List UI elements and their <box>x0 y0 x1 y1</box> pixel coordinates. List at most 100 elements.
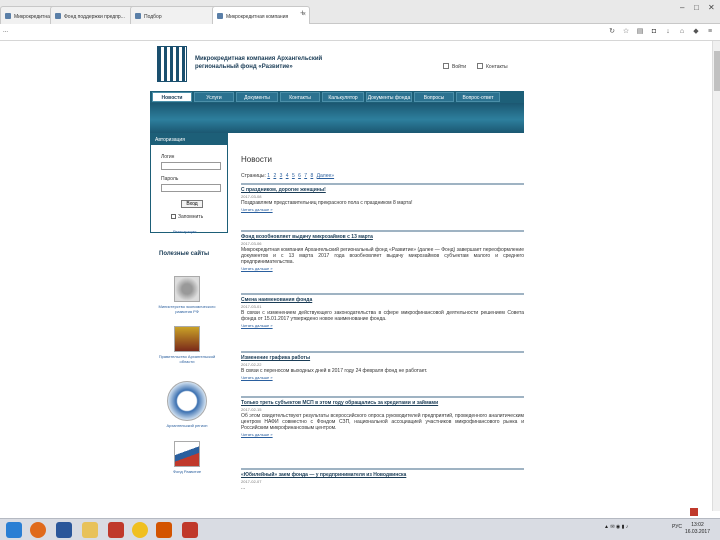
language-indicator[interactable]: РУС <box>672 524 682 530</box>
partner-caption: Фонд Развитие <box>172 469 202 474</box>
app-icon[interactable] <box>182 522 198 538</box>
page-scrollbar[interactable] <box>712 41 720 511</box>
news-pager: Страницы: 1 2 3 4 5 6 7 8 Далее» <box>241 173 336 179</box>
read-more-link[interactable]: Читать дальше » <box>241 206 524 213</box>
browser-tab-strip: Микрокредитная компания...× Фонд поддерж… <box>0 0 720 24</box>
start-button-icon[interactable] <box>6 522 22 538</box>
header-login-link[interactable]: Войти <box>443 63 466 70</box>
flag-logo-icon <box>174 441 200 467</box>
firefox-icon[interactable] <box>30 522 46 538</box>
menu-item-news[interactable]: Новости <box>152 92 192 102</box>
maximize-icon[interactable]: □ <box>694 3 699 12</box>
pager-link[interactable]: 1 <box>267 173 270 179</box>
tab-label: Микрокредитная компания <box>226 14 289 20</box>
news-title[interactable]: Изменение графика работы <box>241 355 524 362</box>
tab-label: Фонд поддержки предпр... <box>64 14 125 20</box>
password-input[interactable] <box>161 184 221 192</box>
login-submit-button[interactable]: Вход <box>181 200 203 208</box>
home-icon[interactable]: ⌂ <box>678 28 686 36</box>
powerpoint-icon[interactable] <box>156 522 172 538</box>
new-tab-button[interactable]: + <box>300 8 305 18</box>
read-more-link[interactable]: Читать дальше » <box>241 265 524 272</box>
download-icon[interactable]: ↓ <box>664 28 672 36</box>
address-bar: ... ↻ ☆ ▤ ◘ ↓ ⌂ ◆ ≡ <box>0 24 720 41</box>
register-link[interactable]: Регистрация <box>173 229 196 234</box>
news-section: Новости Страницы: 1 2 3 4 5 6 7 8 Далее»… <box>237 133 524 511</box>
clock-time: 13:02 <box>691 522 704 528</box>
word-icon[interactable] <box>56 522 72 538</box>
menu-icon[interactable]: ≡ <box>706 28 714 36</box>
pager-link[interactable]: 4 <box>286 173 289 179</box>
pager-link[interactable]: 8 <box>310 173 313 179</box>
favicon-icon <box>135 13 141 19</box>
minimize-icon[interactable]: – <box>680 3 684 12</box>
favicon-icon <box>5 13 11 19</box>
news-title[interactable]: Только треть субъектов МСП в этом году о… <box>241 400 524 407</box>
main-menu: Новости Услуги Документы Контакты Кальку… <box>150 91 524 103</box>
news-text: Об этом свидетельствуют результаты всеро… <box>241 413 524 431</box>
partner-link[interactable]: Фонд Развитие <box>157 441 217 474</box>
clock-date: 16.03.2017 <box>684 529 710 535</box>
notification-icon[interactable] <box>690 508 698 516</box>
read-more-link[interactable]: Читать дальше » <box>241 374 524 381</box>
folder-icon[interactable] <box>82 522 98 538</box>
read-more-link[interactable]: Читать дальше » <box>241 322 524 329</box>
partner-link[interactable]: Министерство экономического развития РФ <box>157 276 217 314</box>
news-title[interactable]: «Юбилейный» заем фонда — у предпринимате… <box>241 472 524 479</box>
menu-item-questions[interactable]: Вопросы <box>414 92 454 102</box>
close-window-icon[interactable]: ✕ <box>708 3 715 12</box>
pager-link[interactable]: 7 <box>304 173 307 179</box>
partner-link[interactable]: Правительство Архангельской области <box>157 326 217 364</box>
page-viewport: Микрокредитная компания Архангельский ре… <box>0 41 720 511</box>
system-clock[interactable]: 13:02 16.03.2017 <box>685 522 710 536</box>
site-logo[interactable] <box>157 46 187 82</box>
pager-link[interactable]: 6 <box>298 173 301 179</box>
menu-item-services[interactable]: Услуги <box>194 92 234 102</box>
scrollbar-thumb[interactable] <box>714 51 720 91</box>
site-container: Микрокредитная компания Архангельский ре… <box>147 41 527 511</box>
login-input[interactable] <box>161 162 221 170</box>
menu-item-faq[interactable]: Вопрос-ответ <box>456 92 500 102</box>
news-item: Фонд возобновляет выдачу микрозаймов с 1… <box>241 230 524 272</box>
news-text: В связи с изменением действующего законо… <box>241 310 524 322</box>
menu-item-calculator[interactable]: Калькулятор <box>322 92 364 102</box>
pdf-reader-icon[interactable] <box>108 522 124 538</box>
browser-tab-active[interactable]: Микрокредитная компания × <box>212 6 310 24</box>
pager-link[interactable]: 5 <box>292 173 295 179</box>
password-label: Пароль <box>161 176 179 182</box>
reload-icon[interactable]: ↻ <box>608 28 616 36</box>
news-heading: Новости <box>241 155 272 164</box>
login-icon <box>443 63 449 69</box>
news-item: «Юбилейный» заем фонда — у предпринимате… <box>241 468 524 491</box>
menu-item-documents[interactable]: Документы <box>236 92 278 102</box>
url-field[interactable]: ... <box>3 28 8 34</box>
login-title: Авторизация <box>151 134 227 145</box>
extension-icon[interactable]: ◆ <box>692 28 700 36</box>
tray-icons[interactable]: ▲ ✉ ◉ ▮ ♪ <box>604 524 628 530</box>
pager-link[interactable]: 2 <box>273 173 276 179</box>
yandex-icon[interactable] <box>132 522 148 538</box>
read-more-link[interactable]: Читать дальше » <box>241 431 524 438</box>
news-title[interactable]: Фонд возобновляет выдачу микрозаймов с 1… <box>241 234 524 241</box>
news-title[interactable]: С праздником, дорогие женщины! <box>241 187 524 194</box>
login-label: Логин <box>161 154 175 160</box>
menu-item-fund-docs[interactable]: Документы фонда <box>366 92 412 102</box>
news-title[interactable]: Смена наименования фонда <box>241 297 524 304</box>
pager-link[interactable]: 3 <box>280 173 283 179</box>
pocket-icon[interactable]: ◘ <box>650 28 658 36</box>
useful-sites-title: Полезные сайты <box>159 251 210 257</box>
pager-label: Страницы: <box>241 173 266 179</box>
menu-item-contacts[interactable]: Контакты <box>280 92 320 102</box>
login-panel: Авторизация Логин Пароль Вход Запомнить <box>150 133 228 233</box>
header-contacts-link[interactable]: Контакты <box>477 63 508 70</box>
reader-icon[interactable]: ▤ <box>636 28 644 36</box>
partner-caption: Правительство Архангельской области <box>158 354 216 364</box>
favicon-icon <box>55 13 61 19</box>
partner-caption: Архангельский регион <box>166 423 208 428</box>
taskbar: ▲ ✉ ◉ ▮ ♪ РУС 13:02 16.03.2017 <box>0 518 720 540</box>
pager-next-link[interactable]: Далее» <box>317 173 334 179</box>
remember-checkbox[interactable]: Запомнить <box>171 214 203 220</box>
bookmark-star-icon[interactable]: ☆ <box>622 28 630 36</box>
region-emblem-icon <box>174 326 200 352</box>
partner-link[interactable]: Архангельский регион <box>157 381 217 428</box>
